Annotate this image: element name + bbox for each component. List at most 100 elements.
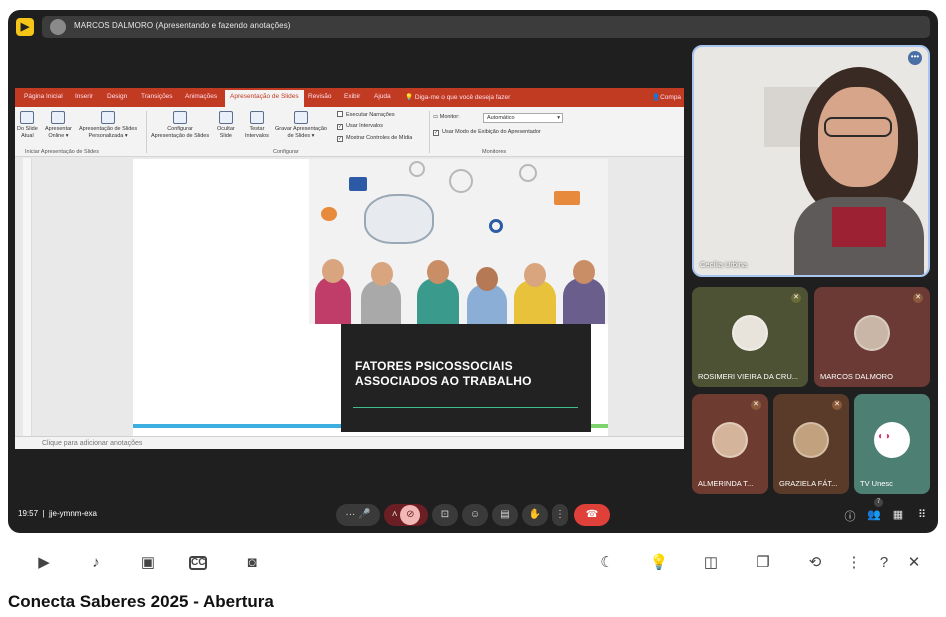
- participant-tile[interactable]: ✕ ROSIMERI VIEIRA DA CRU...: [692, 287, 808, 387]
- monitor-icon: ▭: [433, 114, 439, 120]
- slide-canvas: FATORES PSICOSSOCIAIS ASSOCIADOS AO TRAB…: [133, 159, 608, 437]
- camera-snapshot-icon[interactable]: ◙: [241, 553, 263, 573]
- chat-icon[interactable]: ▦: [890, 508, 906, 521]
- record-slideshow-button[interactable]: Gravar Apresentação de Slides ▾: [275, 111, 327, 140]
- custom-slideshow-button[interactable]: Apresentação de Slides Personalizada ▾: [79, 111, 137, 140]
- ribbon-separator: [429, 111, 430, 153]
- camera-toggle-button[interactable]: ˄ ⊘: [384, 504, 428, 526]
- shared-screen: Página Inicial Inserir Design Transições…: [15, 88, 684, 449]
- tab-transitions[interactable]: Transições: [141, 93, 173, 100]
- more-dots-icon: ···: [345, 509, 356, 520]
- setup-slideshow-button[interactable]: Configurar Apresentação de Slides: [151, 111, 209, 140]
- slide-play-icon: [20, 111, 35, 124]
- mic-toggle-button[interactable]: ··· 🎤: [336, 504, 380, 526]
- more-options-icon[interactable]: •••: [908, 51, 922, 65]
- tab-help[interactable]: Ajuda: [374, 93, 391, 100]
- tell-me-text: Diga-me o que você deseja fazer: [414, 94, 511, 101]
- tab-insert[interactable]: Inserir: [75, 93, 93, 100]
- mic-off-icon: ✕: [913, 293, 923, 303]
- tell-me-search[interactable]: 💡 Diga-me o que você deseja fazer: [405, 93, 510, 101]
- meet-window: ▶ MARCOS DALMORO (Apresentando e fazendo…: [8, 10, 938, 533]
- present-screen-button[interactable]: ⊡: [432, 504, 458, 526]
- tab-home[interactable]: Página Inicial: [24, 93, 63, 100]
- setup-icon: [173, 111, 188, 124]
- checkbox-checked-icon: ✓: [433, 130, 439, 136]
- presenter-view-label: Usar Modo de Exibição do Apresentador: [442, 129, 541, 135]
- copy-icon[interactable]: ❐: [752, 553, 774, 573]
- presentation-app-icon[interactable]: ▶: [16, 18, 34, 36]
- checkbox-checked-icon: ✓: [337, 136, 343, 142]
- presenter-avatar: [50, 19, 66, 35]
- share-button[interactable]: 👤Compa: [652, 93, 681, 101]
- timings-checkbox[interactable]: ✓ Usar Intervalos: [337, 123, 383, 130]
- person-head: [573, 260, 595, 284]
- activities-icon[interactable]: ⠿: [914, 508, 930, 521]
- person-icon: 👤: [652, 94, 661, 101]
- tab-animations[interactable]: Animações: [185, 93, 217, 100]
- tab-design[interactable]: Design: [107, 93, 127, 100]
- participant-tile-main[interactable]: ••• Cecília Urbina: [692, 45, 930, 277]
- repeat-icon[interactable]: ⟲: [804, 553, 826, 573]
- participant-tile[interactable]: ✕ GRAZIELA FÁT...: [773, 394, 849, 494]
- captions-cc-icon[interactable]: CC: [189, 556, 207, 570]
- help-icon[interactable]: ?: [873, 553, 895, 573]
- from-current-slide-button[interactable]: Do Slide Atual: [17, 111, 38, 140]
- end-call-button[interactable]: ☎: [574, 504, 610, 526]
- setup-slideshow-label: Configurar Apresentação de Slides: [151, 126, 210, 139]
- thumbnail-scrollbar[interactable]: [23, 158, 32, 438]
- tab-view[interactable]: Exibir: [344, 93, 360, 100]
- picture-in-picture-icon[interactable]: ◫: [700, 553, 722, 573]
- tab-review[interactable]: Revisão: [308, 93, 331, 100]
- group-setup-label: Configurar: [273, 149, 299, 155]
- lightbulb-icon: [519, 164, 537, 182]
- chart-icon: [554, 191, 580, 205]
- close-icon[interactable]: ✕: [903, 553, 925, 573]
- participant-name: GRAZIELA FÁT...: [779, 479, 838, 488]
- mic-off-icon: ✕: [791, 293, 801, 303]
- participant-name: TV Unesc: [860, 479, 893, 488]
- from-current-label: Do Slide Atual: [17, 126, 38, 139]
- media-controls-checkbox[interactable]: ✓ Mostrar Controles de Mídia: [337, 135, 412, 142]
- narrations-checkbox[interactable]: Executar Narrações: [337, 111, 395, 118]
- folder-icon: [349, 177, 367, 191]
- tab-slideshow[interactable]: Apresentação de Slides: [225, 90, 304, 107]
- meeting-code: jje-ymnm-exa: [49, 509, 98, 518]
- more-vertical-icon[interactable]: ⋮: [843, 553, 865, 573]
- narrations-label: Executar Narrações: [346, 112, 395, 118]
- music-note-icon[interactable]: ♪: [85, 553, 107, 573]
- notes-pane[interactable]: Clique para adicionar anotações: [15, 436, 684, 449]
- mic-icon: 🎤: [358, 509, 371, 520]
- speaker-face: [818, 87, 898, 187]
- present-online-button[interactable]: Apresentar Online ▾: [45, 111, 72, 140]
- slide-title-line1: FATORES PSICOSSOCIAIS: [355, 359, 513, 373]
- participant-tile[interactable]: ✕ ALMERINDA T...: [692, 394, 768, 494]
- slide-accent-bar: [133, 424, 341, 428]
- mic-off-icon: ✕: [832, 400, 842, 410]
- chevron-up-icon: ˄: [391, 509, 398, 520]
- raise-hand-button[interactable]: ✋: [522, 504, 548, 526]
- moon-icon[interactable]: ☾: [596, 553, 618, 573]
- emoji-icon: ☺: [469, 509, 481, 520]
- people-icon[interactable]: 👥: [866, 508, 882, 521]
- emoji-button[interactable]: ☺: [462, 504, 488, 526]
- speaker-figure: [794, 67, 924, 275]
- participant-tile[interactable]: ✕ MARCOS DALMORO: [814, 287, 930, 387]
- monitor-select[interactable]: Automático ▾: [483, 113, 563, 123]
- lightbulb-icon[interactable]: 💡: [648, 553, 670, 573]
- captions-button[interactable]: ▤: [492, 504, 518, 526]
- hide-slide-button[interactable]: Ocultar Slide: [217, 111, 235, 140]
- phone-hangup-icon: ☎: [585, 509, 599, 520]
- ribbon-separator: [146, 111, 147, 153]
- person-figure: [417, 278, 459, 324]
- rehearse-timings-button[interactable]: Testar Intervalos: [245, 111, 269, 140]
- meeting-info-icon[interactable]: ⓘ: [842, 508, 858, 524]
- participant-name: ALMERINDA T...: [698, 479, 754, 488]
- image-icon[interactable]: ▣: [137, 553, 159, 573]
- video-camera-icon[interactable]: ▶: [33, 553, 55, 573]
- participant-tile[interactable]: ◐◑ TV Unesc: [854, 394, 930, 494]
- presenter-view-checkbox[interactable]: ✓ Usar Modo de Exibição do Apresentador: [433, 129, 541, 136]
- cloud-icon: [449, 169, 473, 193]
- share-label: Compa: [660, 94, 682, 101]
- top-bar: ▶ MARCOS DALMORO (Apresentando e fazendo…: [16, 16, 930, 38]
- more-options-button[interactable]: ⋮: [552, 504, 568, 526]
